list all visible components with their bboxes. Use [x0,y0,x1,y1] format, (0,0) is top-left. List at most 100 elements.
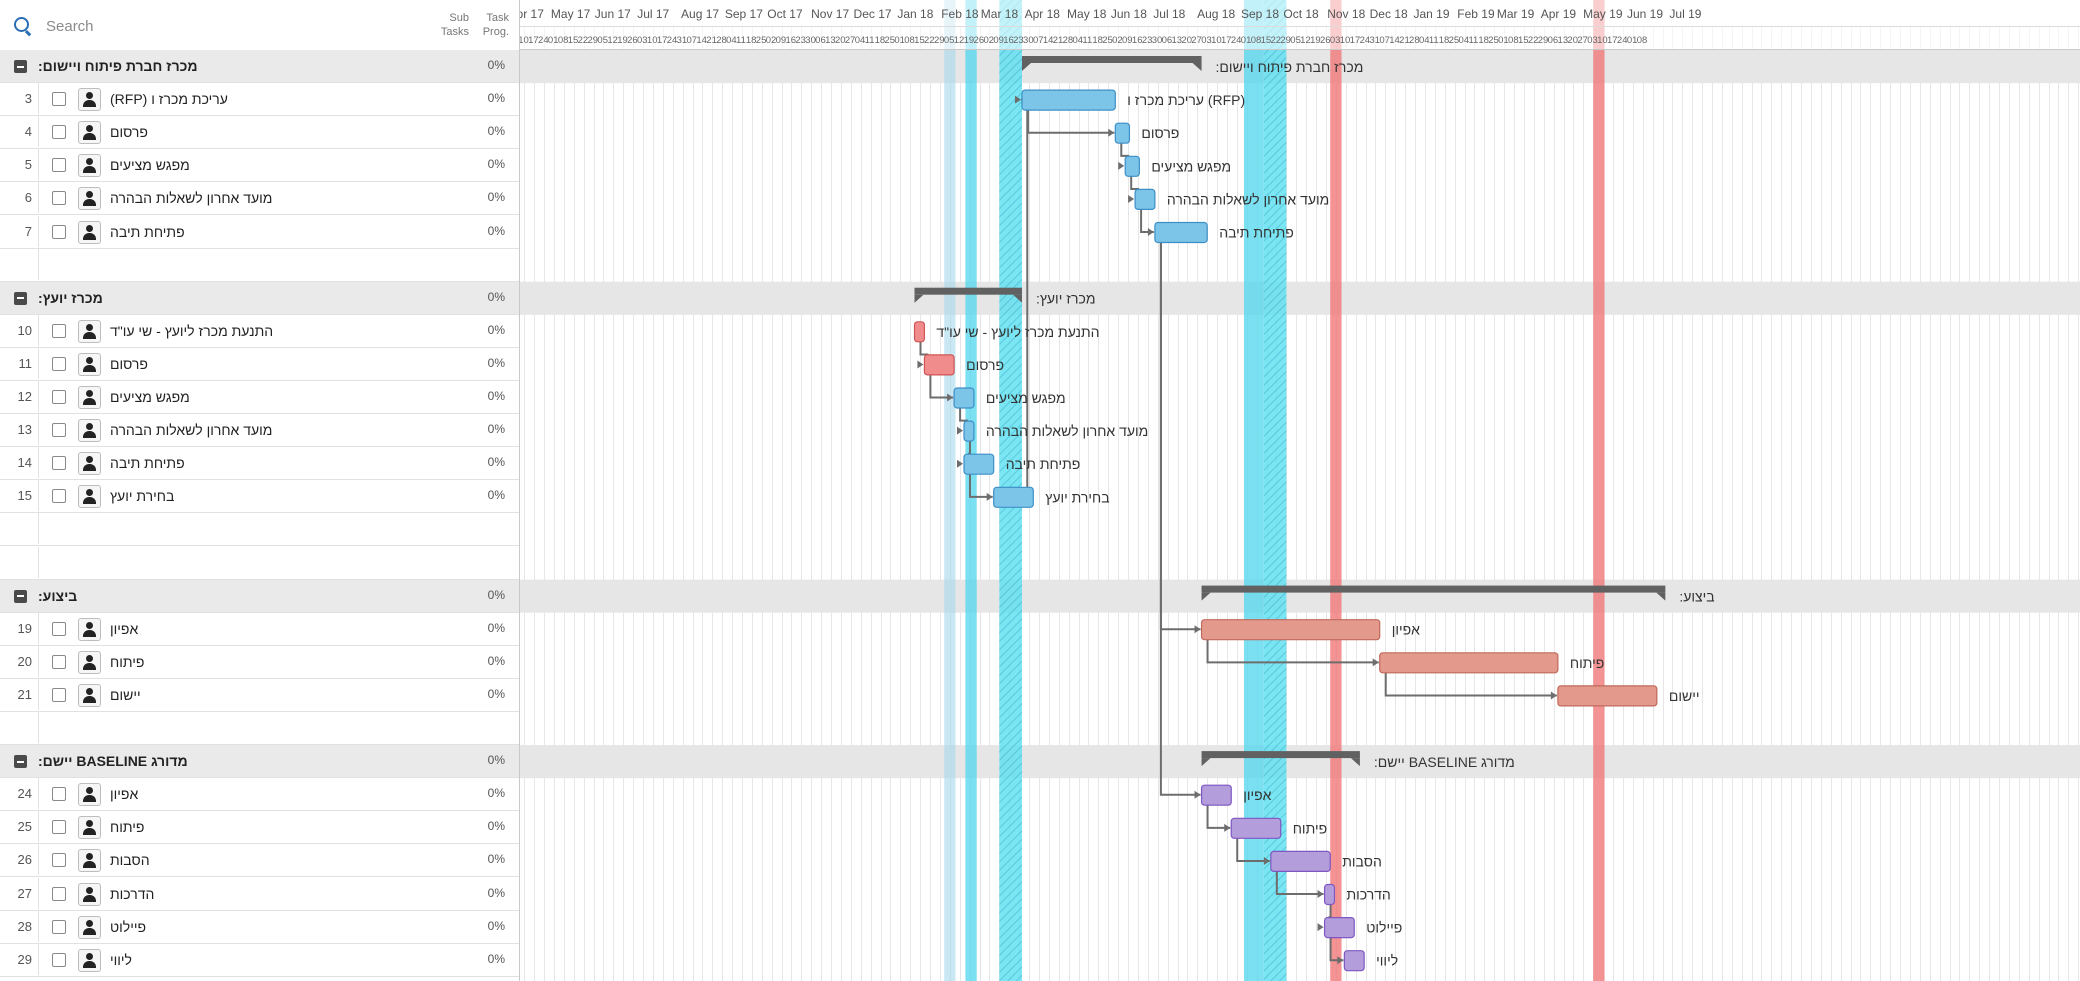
person-icon[interactable] [78,882,101,906]
task-row[interactable]: 10 התנעת מכרז ליועץ - שי עו"ד 0% [0,314,519,348]
task-bar[interactable] [993,486,1034,508]
task-bar[interactable] [1021,89,1116,111]
task-row[interactable]: 3 עריכת מכרז ו (RFP) 0% [0,83,519,117]
task-row[interactable]: 6 מועד אחרון לשאלות הבהרה 0% [0,182,519,216]
row-checkbox[interactable] [52,356,66,371]
row-checkbox[interactable] [52,191,66,206]
task-name[interactable]: מועד אחרון לשאלות הבהרה [110,190,272,206]
group-row[interactable]: מכרז יועץ: 0% [0,281,519,315]
collapse-icon[interactable] [14,60,27,73]
sub-tasks-column-header[interactable]: Sub Tasks [441,11,469,39]
task-name[interactable]: אפיון [110,621,138,637]
task-name[interactable]: הסבות [110,852,150,868]
task-bar[interactable] [953,387,975,409]
collapse-icon[interactable] [14,755,27,769]
task-row[interactable]: 28 פיילוט 0% [0,910,519,944]
row-checkbox[interactable] [52,323,66,338]
row-checkbox[interactable] [52,919,66,934]
group-row[interactable]: מכרז חברת פיתוח ויישום: 0% [0,50,519,84]
task-name[interactable]: פרסום [110,356,148,372]
task-bar[interactable] [1200,619,1381,641]
task-row[interactable]: 26 הסבות 0% [0,844,519,878]
task-name[interactable]: פתיחת תיבה [110,455,185,471]
task-name[interactable]: פיתוח [110,819,144,835]
row-checkbox[interactable] [52,654,66,669]
search-icon[interactable] [14,17,29,32]
row-checkbox[interactable] [52,952,66,967]
summary-bar[interactable] [914,287,1022,295]
task-bar[interactable] [1323,883,1336,906]
person-icon[interactable] [78,419,101,443]
person-icon[interactable] [78,220,101,244]
row-checkbox[interactable] [52,423,66,438]
task-name[interactable]: אפיון [110,786,138,802]
task-bar[interactable] [1323,916,1355,939]
task-name[interactable]: פיילוט [110,919,146,935]
task-bar[interactable] [1200,784,1232,806]
task-name[interactable]: הדרכות [110,886,154,902]
task-name[interactable]: בחירת יועץ [110,488,174,504]
task-bar[interactable] [963,453,995,475]
gantt-canvas[interactable]: Apr 17 May 17 Jun 17 Jul 17 Aug 17 Sep 17 Oct … [520,0,2080,981]
row-checkbox[interactable] [52,456,66,471]
task-row[interactable]: 25 פיתוח 0% [0,811,519,845]
summary-bar[interactable] [1021,56,1202,63]
task-row[interactable]: 12 מפגש מציעים 0% [0,381,519,415]
summary-bar[interactable] [1201,751,1360,759]
task-row[interactable]: 4 פרסום 0% [0,116,519,150]
row-checkbox[interactable] [52,886,66,901]
task-row[interactable]: 20 פיתוח 0% [0,645,519,679]
task-bar[interactable] [913,321,926,343]
task-row[interactable]: 14 פתיחת תיבה 0% [0,447,519,481]
task-row[interactable]: 24 אפיון 0% [0,778,519,812]
person-icon[interactable] [78,915,101,939]
task-name[interactable]: עריכת מכרז ו (RFP) [110,91,228,107]
task-name[interactable]: ליווי [110,952,132,968]
person-icon[interactable] [78,319,101,343]
task-row[interactable]: 21 יישום 0% [0,678,519,712]
person-icon[interactable] [78,485,101,509]
task-row[interactable]: 13 מועד אחרון לשאלות הבהרה 0% [0,414,519,448]
task-bar[interactable] [923,354,955,376]
person-icon[interactable] [78,617,101,641]
task-bar[interactable] [1379,652,1559,674]
row-checkbox[interactable] [52,390,66,404]
task-bar[interactable] [1557,685,1658,707]
task-row[interactable]: 11 פרסום 0% [0,347,519,381]
task-row[interactable]: 5 מפגש מציעים 0% [0,149,519,183]
group-row[interactable]: ביצוע: 0% [0,579,519,613]
task-row[interactable]: 27 הדרכות 0% [0,877,519,911]
person-icon[interactable] [78,683,101,707]
row-checkbox[interactable] [52,820,66,835]
task-bar[interactable] [1270,850,1331,873]
task-name[interactable]: מועד אחרון לשאלות הבהרה [110,422,272,438]
task-row[interactable]: 29 ליווי 0% [0,943,519,977]
task-bar[interactable] [963,420,975,442]
task-row[interactable]: 7 פתיחת תיבה 0% [0,215,519,249]
task-progress-column-header[interactable]: Task Prog. [483,11,509,39]
person-icon[interactable] [78,187,101,211]
task-bar[interactable] [1154,221,1208,244]
task-bar[interactable] [1134,188,1156,210]
task-name[interactable]: פיתוח [110,654,144,670]
row-checkbox[interactable] [52,787,66,802]
person-icon[interactable] [78,154,101,178]
collapse-icon[interactable] [14,291,27,305]
row-checkbox[interactable] [52,224,66,239]
summary-bar[interactable] [1201,585,1666,593]
task-bar[interactable] [1343,950,1365,972]
person-icon[interactable] [78,121,101,145]
group-row[interactable]: מדורג BASELINE יישם: 0% [0,745,519,779]
task-name[interactable]: מפגש מציעים [110,389,190,405]
person-icon[interactable] [78,948,101,972]
task-bar[interactable] [1230,817,1282,839]
task-name[interactable]: פרסום [110,124,148,140]
row-checkbox[interactable] [52,489,66,504]
person-icon[interactable] [78,352,101,376]
person-icon[interactable] [78,816,101,840]
row-checkbox[interactable] [52,687,66,702]
row-checkbox[interactable] [52,125,66,140]
task-bar[interactable] [1124,155,1140,177]
task-row[interactable]: 15 בחירת יועץ 0% [0,480,519,514]
task-bar[interactable] [1114,122,1131,144]
